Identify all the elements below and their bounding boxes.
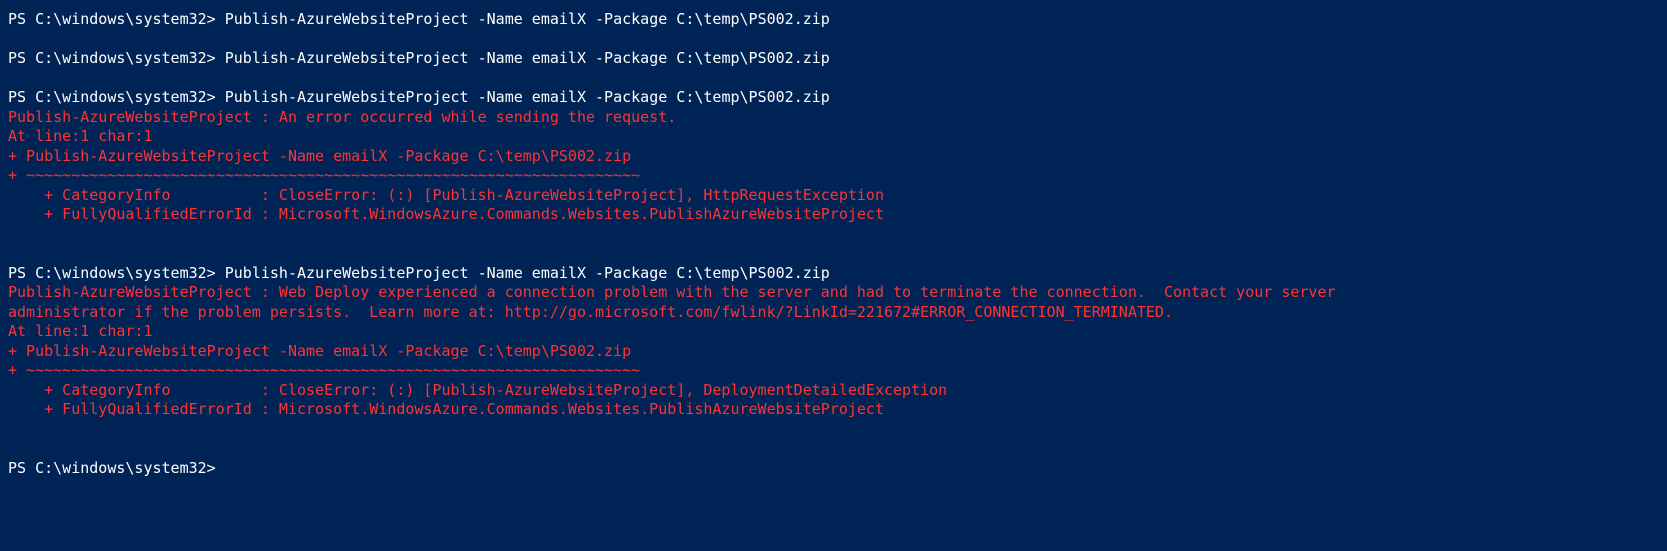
error-line: At line:1 char:1 xyxy=(8,322,1659,342)
error-line: + FullyQualifiedErrorId : Microsoft.Wind… xyxy=(8,205,1659,225)
blank-line xyxy=(8,244,1659,264)
error-line: + Publish-AzureWebsiteProject -Name emai… xyxy=(8,147,1659,167)
command-line: PS C:\windows\system32> xyxy=(8,459,1659,479)
error-line: At line:1 char:1 xyxy=(8,127,1659,147)
blank-line xyxy=(8,420,1659,440)
error-line: + FullyQualifiedErrorId : Microsoft.Wind… xyxy=(8,400,1659,420)
blank-line xyxy=(8,69,1659,89)
command-line: PS C:\windows\system32> Publish-AzureWeb… xyxy=(8,88,1659,108)
command-text: Publish-AzureWebsiteProject -Name emailX… xyxy=(225,264,830,282)
command-text: Publish-AzureWebsiteProject -Name emailX… xyxy=(225,49,830,67)
command-text: Publish-AzureWebsiteProject -Name emailX… xyxy=(225,10,830,28)
prompt: PS C:\windows\system32> xyxy=(8,459,225,477)
error-line: + Publish-AzureWebsiteProject -Name emai… xyxy=(8,342,1659,362)
blank-line xyxy=(8,439,1659,459)
error-line: Publish-AzureWebsiteProject : An error o… xyxy=(8,108,1659,128)
prompt: PS C:\windows\system32> xyxy=(8,264,225,282)
error-line: + ~~~~~~~~~~~~~~~~~~~~~~~~~~~~~~~~~~~~~~… xyxy=(8,361,1659,381)
command-line: PS C:\windows\system32> Publish-AzureWeb… xyxy=(8,49,1659,69)
error-line: + ~~~~~~~~~~~~~~~~~~~~~~~~~~~~~~~~~~~~~~… xyxy=(8,166,1659,186)
command-line: PS C:\windows\system32> Publish-AzureWeb… xyxy=(8,10,1659,30)
prompt: PS C:\windows\system32> xyxy=(8,49,225,67)
prompt: PS C:\windows\system32> xyxy=(8,88,225,106)
error-line: + CategoryInfo : CloseError: (:) [Publis… xyxy=(8,186,1659,206)
terminal-output[interactable]: PS C:\windows\system32> Publish-AzureWeb… xyxy=(8,10,1659,478)
error-line: Publish-AzureWebsiteProject : Web Deploy… xyxy=(8,283,1659,303)
blank-line xyxy=(8,30,1659,50)
error-line: + CategoryInfo : CloseError: (:) [Publis… xyxy=(8,381,1659,401)
command-text: Publish-AzureWebsiteProject -Name emailX… xyxy=(225,88,830,106)
error-line: administrator if the problem persists. L… xyxy=(8,303,1659,323)
blank-line xyxy=(8,225,1659,245)
command-line: PS C:\windows\system32> Publish-AzureWeb… xyxy=(8,264,1659,284)
prompt: PS C:\windows\system32> xyxy=(8,10,225,28)
